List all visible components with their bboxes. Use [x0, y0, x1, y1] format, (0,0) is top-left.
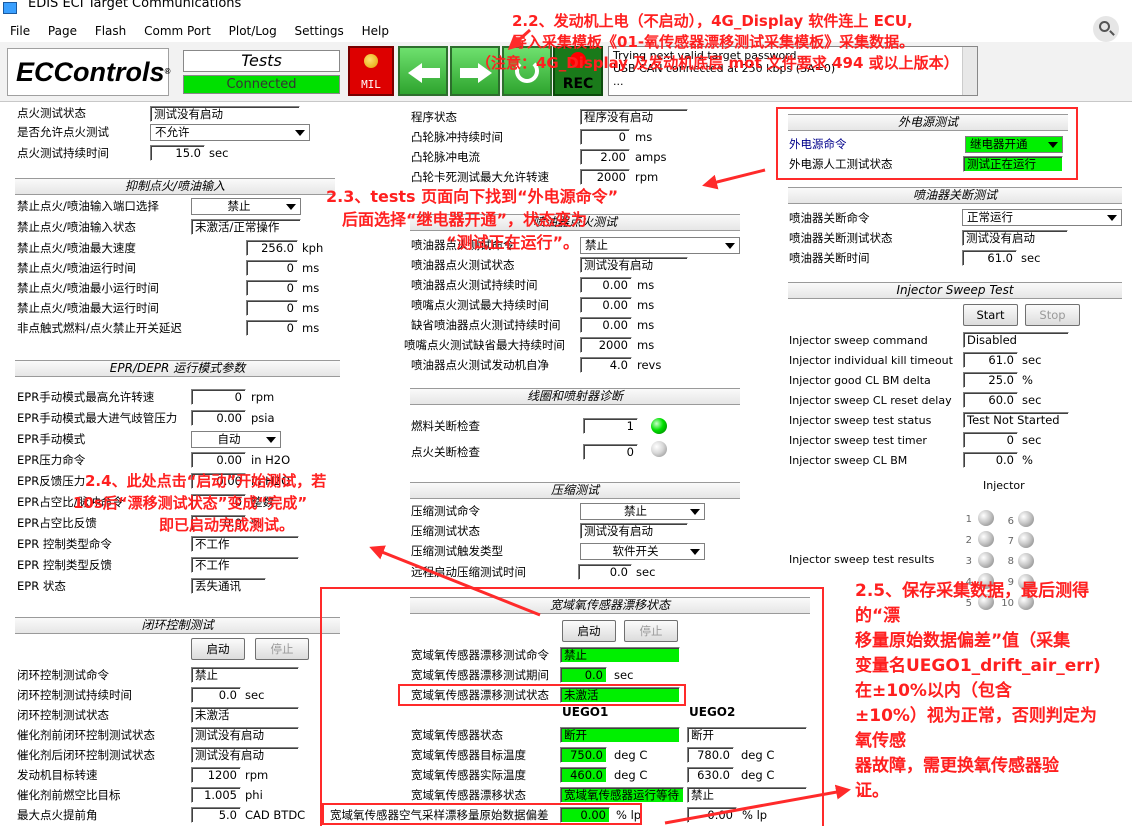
arrow-to-start: [369, 545, 541, 617]
arrow-to-drift-err: [664, 784, 851, 825]
arrow-to-refresh: [507, 28, 532, 51]
arrow-to-ext-power: [702, 168, 766, 190]
annotation-arrows: [369, 28, 851, 825]
